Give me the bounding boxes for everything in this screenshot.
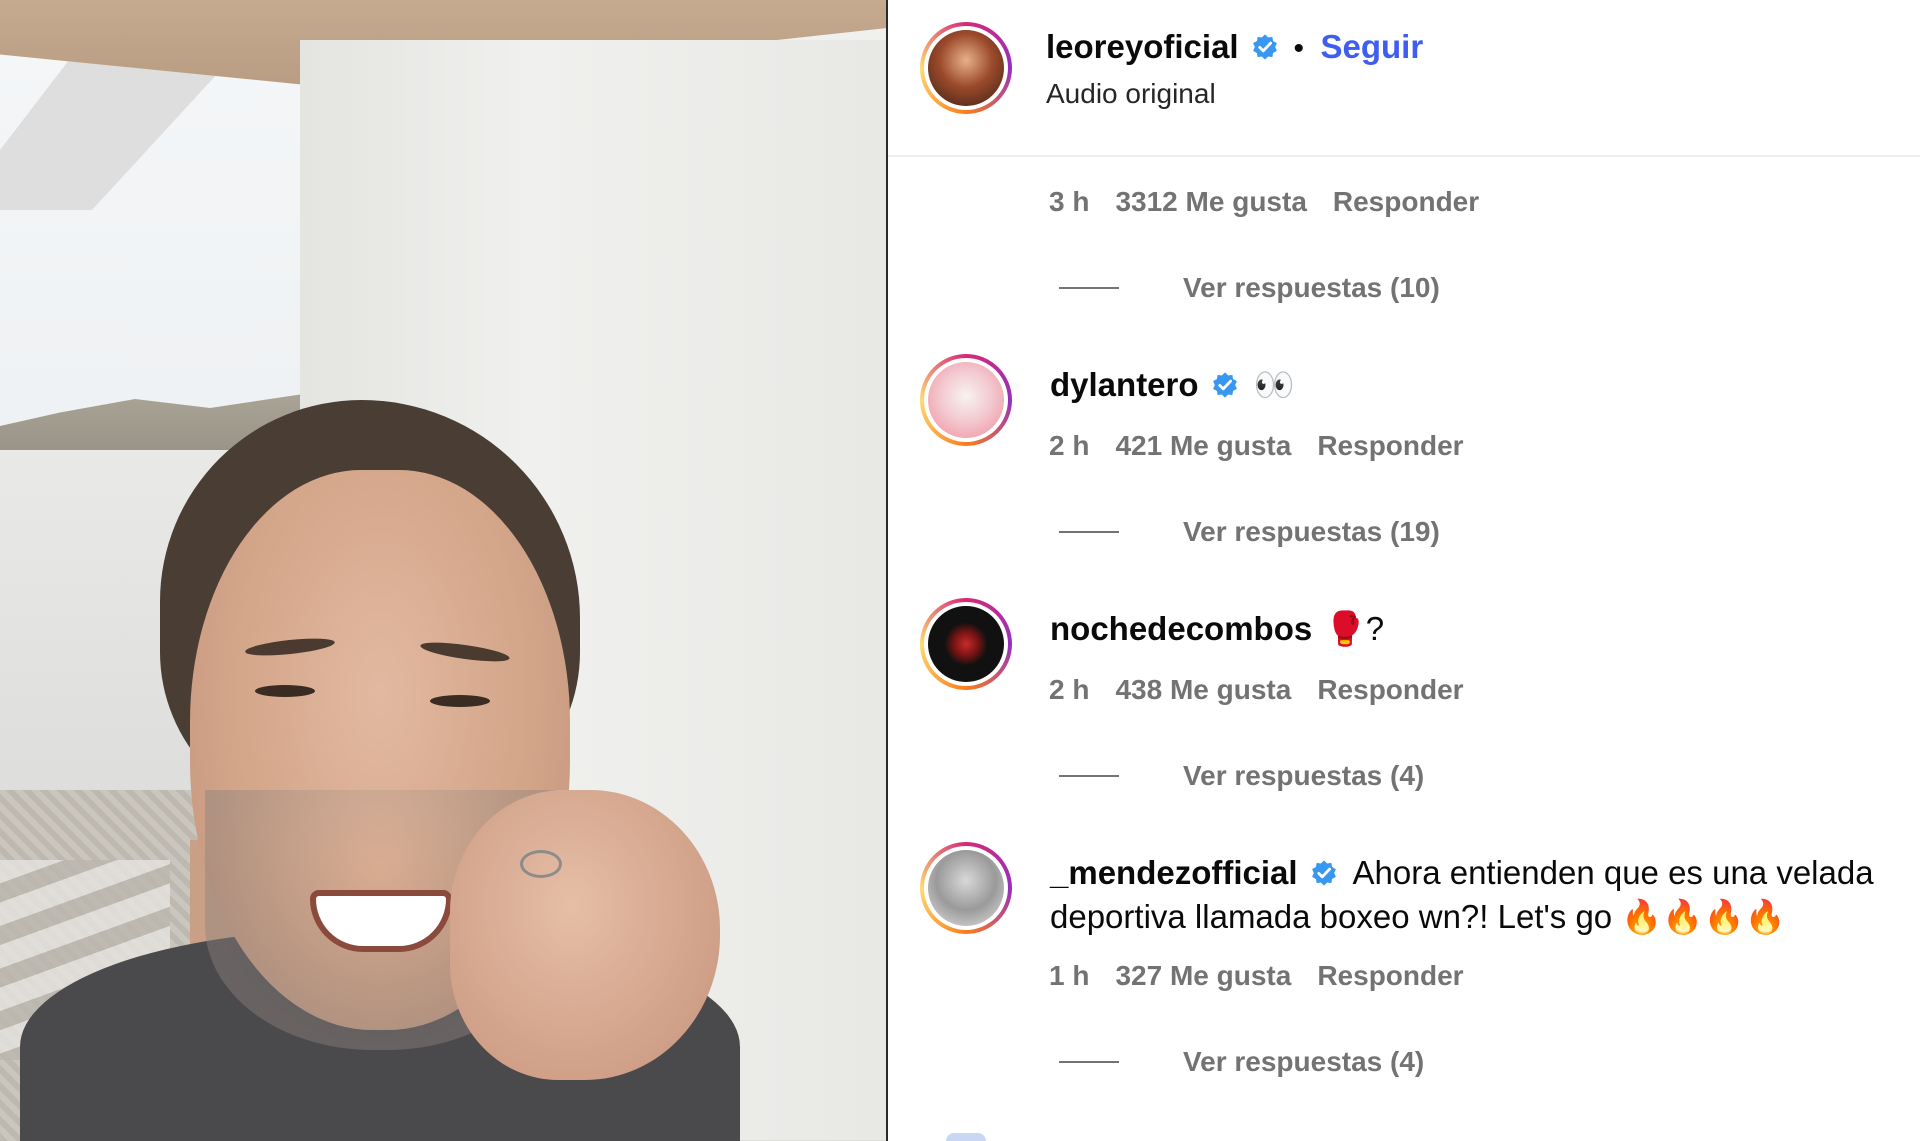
next-commenter-avatar-partial[interactable]: [946, 1133, 986, 1141]
view-replies-button[interactable]: Ver respuestas (19): [1059, 516, 1440, 548]
comment-body: dylantero 👀: [1050, 366, 1295, 405]
comment-time: 3 h: [1049, 186, 1090, 217]
view-replies-button[interactable]: Ver respuestas (10): [1059, 272, 1440, 304]
comment-meta: 1 h 327 Me gusta Responder: [1049, 960, 1490, 992]
reply-button[interactable]: Responder: [1317, 674, 1463, 705]
replies-line: [1059, 287, 1119, 289]
comment-text: 👀: [1253, 366, 1295, 403]
comments-panel: leoreyoficial • Seguir Audio original 3 …: [888, 0, 1920, 1141]
comment-time: 2 h: [1049, 674, 1090, 705]
replies-line: [1059, 531, 1119, 533]
view-replies-label: Ver respuestas (4): [1183, 1046, 1425, 1077]
view-replies-label: Ver respuestas (10): [1183, 272, 1440, 303]
verified-badge-icon: [1213, 372, 1237, 398]
reply-button[interactable]: Responder: [1317, 430, 1463, 461]
person-fist: [450, 790, 720, 1080]
replies-line: [1059, 1061, 1119, 1063]
comment-text: 🥊?: [1324, 610, 1385, 647]
person-eye-left: [255, 685, 315, 697]
commenter-avatar[interactable]: [920, 598, 1012, 690]
post-header: leoreyoficial • Seguir: [1046, 28, 1423, 66]
header-divider: [888, 155, 1920, 157]
commenter-avatar[interactable]: [920, 354, 1012, 446]
author-username[interactable]: leoreyoficial: [1046, 28, 1239, 65]
verified-badge-icon: [1253, 34, 1277, 60]
commenter-avatar[interactable]: [920, 842, 1012, 934]
view-replies-label: Ver respuestas (4): [1183, 760, 1425, 791]
comment-time: 2 h: [1049, 430, 1090, 461]
commenter-username[interactable]: nochedecombos: [1050, 610, 1312, 647]
comment-meta: 2 h 438 Me gusta Responder: [1049, 674, 1490, 706]
comment-text-line2: deportiva llamada boxeo wn?! Let's go 🔥🔥…: [1050, 898, 1786, 935]
reply-button[interactable]: Responder: [1317, 960, 1463, 991]
author-avatar[interactable]: [920, 22, 1012, 114]
commenter-username[interactable]: _mendezofficial: [1050, 854, 1298, 891]
comment-likes[interactable]: 327 Me gusta: [1115, 960, 1291, 991]
comment-body: nochedecombos 🥊?: [1050, 610, 1384, 649]
header-separator: •: [1293, 32, 1305, 65]
person-eye-right: [430, 695, 490, 707]
view-replies-button[interactable]: Ver respuestas (4): [1059, 1046, 1424, 1078]
comment-text-line1: Ahora entienden que es una velada: [1352, 854, 1874, 891]
reply-button[interactable]: Responder: [1333, 186, 1479, 217]
comment-body: _mendezofficial Ahora entienden que es u…: [1050, 854, 1874, 892]
view-replies-label: Ver respuestas (19): [1183, 516, 1440, 547]
comment-likes[interactable]: 438 Me gusta: [1115, 674, 1291, 705]
comment-likes[interactable]: 421 Me gusta: [1115, 430, 1291, 461]
view-replies-button[interactable]: Ver respuestas (4): [1059, 760, 1424, 792]
comment-time: 1 h: [1049, 960, 1090, 991]
commenter-username[interactable]: dylantero: [1050, 366, 1199, 403]
comment-likes[interactable]: 3312 Me gusta: [1115, 186, 1306, 217]
replies-line: [1059, 775, 1119, 777]
comment-meta: 3 h 3312 Me gusta Responder: [1049, 186, 1505, 218]
hand-tattoo: [520, 850, 562, 878]
follow-button[interactable]: Seguir: [1320, 28, 1423, 65]
video-player[interactable]: [0, 0, 886, 1141]
comment-meta: 2 h 421 Me gusta Responder: [1049, 430, 1490, 462]
verified-badge-icon: [1312, 860, 1336, 886]
audio-label[interactable]: Audio original: [1046, 78, 1216, 110]
